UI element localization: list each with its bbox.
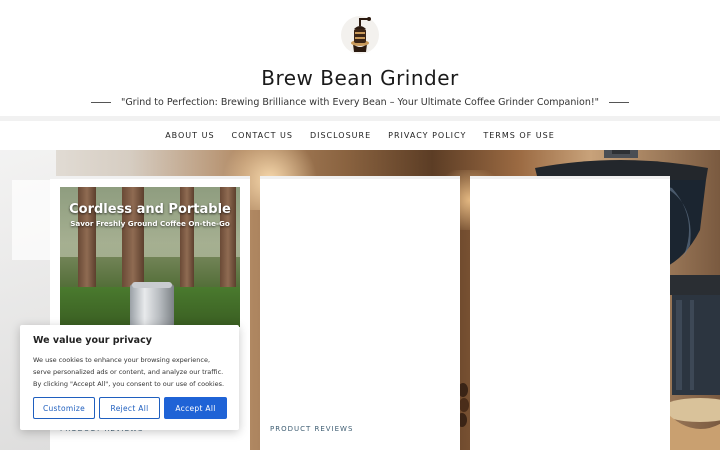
nav-item-terms-of-use[interactable]: TERMS OF USE — [483, 131, 554, 140]
customize-button[interactable]: Customize — [33, 397, 95, 419]
post-card-3[interactable] — [470, 176, 670, 450]
background-window-pane — [12, 180, 52, 260]
post-category-link[interactable]: PRODUCT REVIEWS — [270, 425, 353, 433]
thumbnail-title: Cordless and Portable — [69, 202, 231, 217]
card-top-border — [50, 176, 250, 179]
thumbnail-subtitle: Savor Freshly Ground Coffee On-the-Go — [70, 219, 230, 228]
site-header: Brew Bean Grinder "Grind to Perfection: … — [0, 0, 720, 116]
post-thumbnail[interactable]: Cordless and Portable Savor Freshly Grou… — [60, 187, 240, 327]
tagline-rule-left — [90, 101, 111, 103]
cookie-banner-text: We use cookies to enhance your browsing … — [33, 356, 225, 388]
tagline-rule-right — [609, 101, 630, 103]
card-top-border — [470, 176, 670, 179]
card-top-border — [260, 176, 460, 179]
cookie-banner-buttons: Customize Reject All Accept All — [33, 397, 227, 419]
coffee-grinder-logo-icon[interactable] — [339, 10, 381, 58]
main-navigation: ABOUT US CONTACT US DISCLOSURE PRIVACY P… — [0, 121, 720, 150]
nav-item-disclosure[interactable]: DISCLOSURE — [310, 131, 371, 140]
portable-grinder-image — [130, 284, 174, 327]
cookie-consent-banner: We value your privacy We use cookies to … — [20, 325, 239, 430]
site-title[interactable]: Brew Bean Grinder — [0, 66, 720, 90]
accept-all-button[interactable]: Accept All — [164, 397, 227, 419]
nav-item-privacy-policy[interactable]: PRIVACY POLICY — [388, 131, 466, 140]
nav-item-contact-us[interactable]: CONTACT US — [232, 131, 293, 140]
cookie-banner-title: We value your privacy — [33, 335, 152, 346]
nav-item-about-us[interactable]: ABOUT US — [165, 131, 214, 140]
tagline-row: "Grind to Perfection: Brewing Brilliance… — [0, 95, 720, 109]
portable-grinder-lid — [132, 282, 172, 288]
site-tagline: "Grind to Perfection: Brewing Brilliance… — [120, 96, 600, 108]
post-card-2[interactable] — [260, 176, 460, 450]
reject-all-button[interactable]: Reject All — [99, 397, 160, 419]
